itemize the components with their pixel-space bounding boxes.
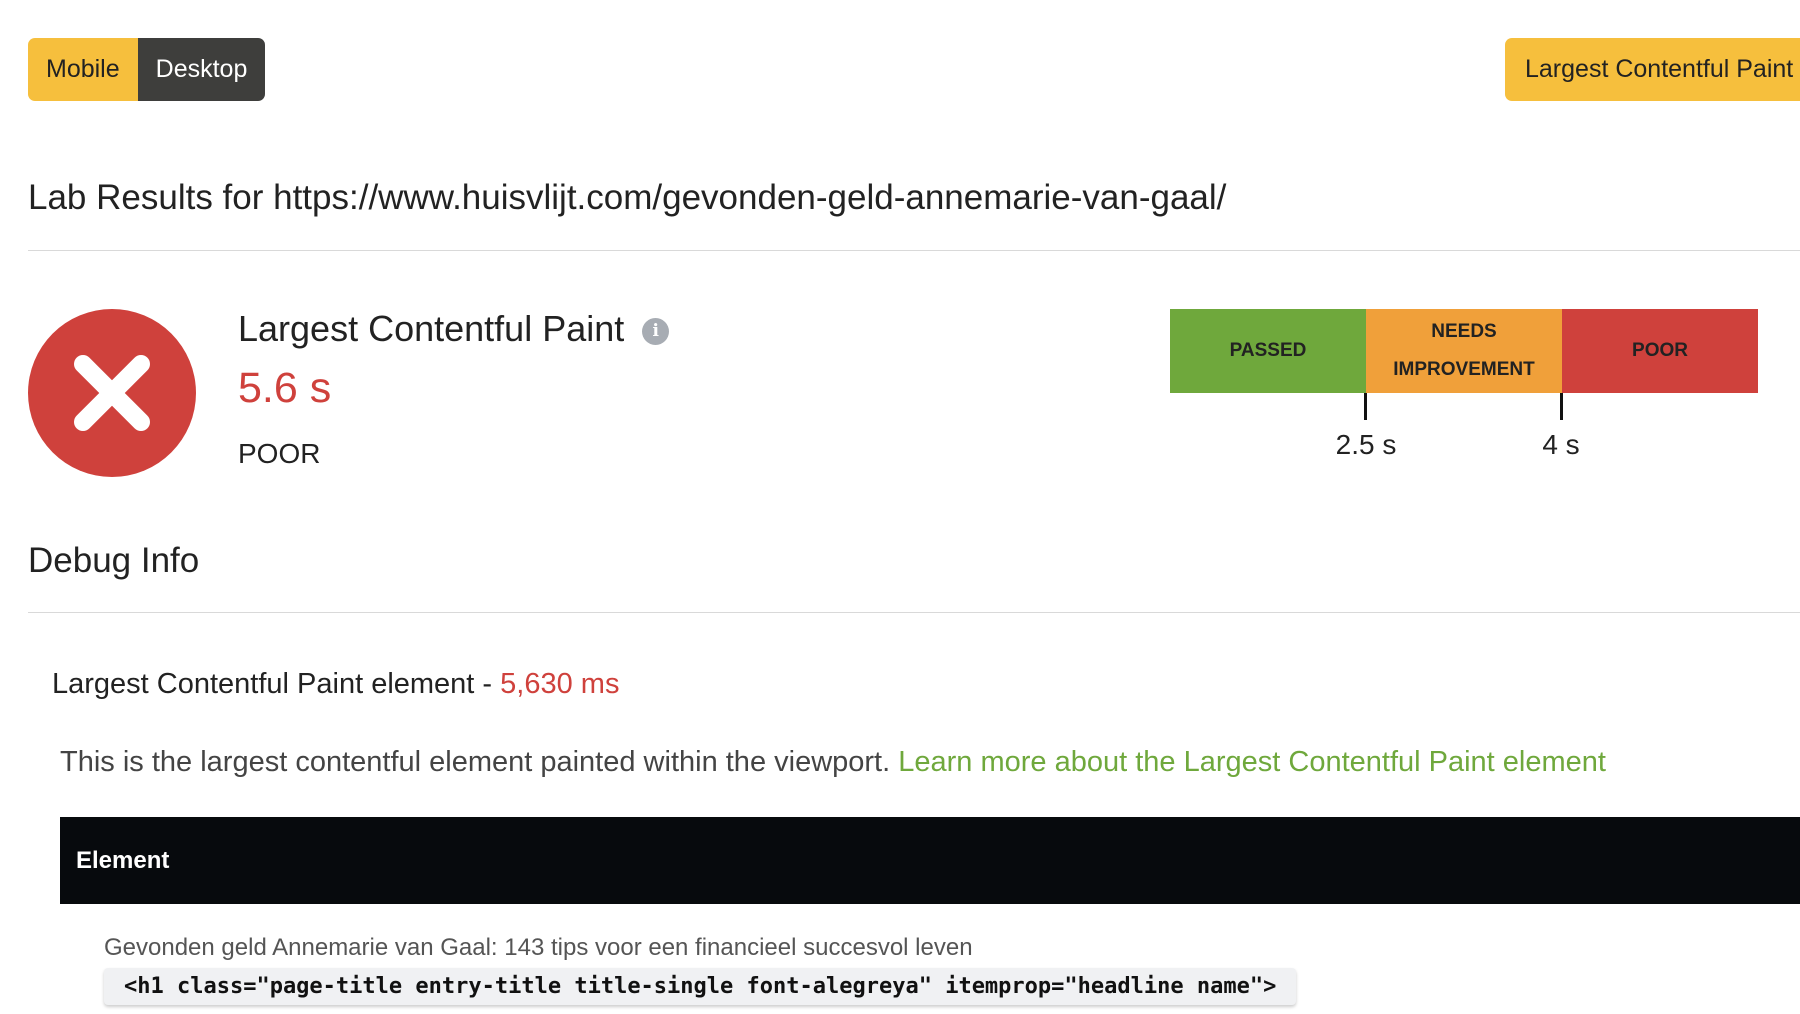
threshold-needs-improvement-label: NEEDS IMPROVEMENT — [1393, 321, 1535, 380]
info-icon[interactable]: i — [642, 317, 670, 345]
metric-selector-button[interactable]: Largest Contentful Paint — [1505, 38, 1800, 101]
threshold-tick-label: 4 s — [1542, 429, 1580, 460]
page-title: Lab Results for https://www.huisvlijt.co… — [28, 178, 1227, 217]
lcp-element-label: Largest Contentful Paint element - — [52, 668, 493, 700]
lcp-element-time: 5,630 ms — [500, 668, 620, 700]
threshold-needs-improvement: NEEDS IMPROVEMENT — [1366, 309, 1562, 393]
learn-more-link[interactable]: Learn more about the Largest Contentful … — [898, 746, 1606, 778]
element-code-snippet: <h1 class="page-title entry-title title-… — [104, 968, 1297, 1005]
metric-rating: POOR — [238, 438, 321, 469]
status-poor-badge — [28, 309, 196, 477]
page: Mobile Desktop Largest Contentful Paint … — [0, 0, 1800, 1014]
threshold-tick — [1560, 393, 1563, 420]
lcp-description-text: This is the largest contentful element p… — [60, 746, 891, 778]
device-toggle: Mobile Desktop — [28, 38, 266, 101]
metric-name-label: Largest Contentful Paint — [238, 308, 625, 349]
debug-info-heading: Debug Info — [28, 541, 200, 580]
threshold-tick-label: 2.5 s — [1335, 429, 1397, 460]
metric-value: 5.6 s — [238, 364, 332, 412]
close-icon — [74, 355, 150, 431]
lcp-element-line: Largest Contentful Paint element - 5,630… — [52, 668, 619, 701]
element-column-header: Element — [76, 846, 170, 874]
metric-name: Largest Contentful Paint i — [238, 308, 670, 350]
divider — [28, 250, 1800, 251]
threshold-bar: PASSED NEEDS IMPROVEMENT POOR — [1170, 309, 1758, 393]
element-table-header: Element — [60, 817, 1800, 904]
tab-mobile[interactable]: Mobile — [28, 38, 138, 101]
element-row-text: Gevonden geld Annemarie van Gaal: 143 ti… — [104, 934, 973, 961]
divider — [28, 612, 1800, 613]
tab-desktop[interactable]: Desktop — [137, 38, 266, 101]
threshold-poor: POOR — [1562, 309, 1758, 393]
threshold-tick — [1364, 393, 1367, 420]
lcp-description: This is the largest contentful element p… — [60, 746, 1606, 779]
threshold-passed: PASSED — [1170, 309, 1366, 393]
